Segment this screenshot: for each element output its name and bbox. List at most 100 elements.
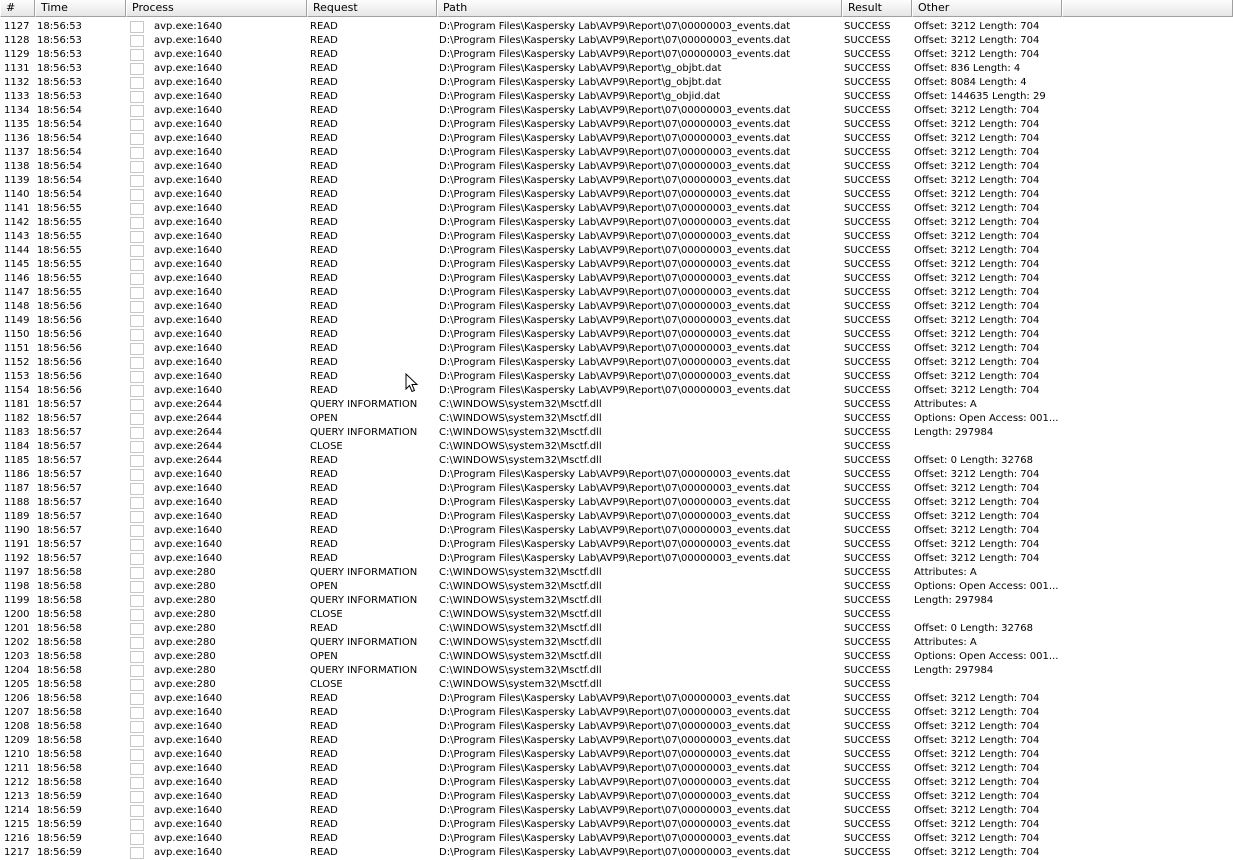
table-row[interactable]: 1217 18:56:59 avp.exe:1640 READ D:\Program F… (0, 846, 1233, 860)
table-row[interactable]: 1197 18:56:58 avp.exe:280 QUERY INFORMATION… (0, 566, 1233, 580)
table-row[interactable]: 1137 18:56:54 avp.exe:1640 READ D:\Program F… (0, 146, 1233, 160)
column-header-time[interactable]: Time (35, 0, 126, 17)
table-row[interactable]: 1135 18:56:54 avp.exe:1640 READ D:\Program F… (0, 118, 1233, 132)
cell-seq: 1197 (4, 567, 30, 578)
cell-request: QUERY INFORMATION (310, 399, 418, 410)
cell-time: 18:56:58 (37, 651, 82, 662)
table-row[interactable]: 1202 18:56:58 avp.exe:280 QUERY INFORMATION… (0, 636, 1233, 650)
table-row[interactable]: 1181 18:56:57 avp.exe:2644 QUERY INFORMATIO… (0, 398, 1233, 412)
table-row[interactable]: 1204 18:56:58 avp.exe:280 QUERY INFORMATION… (0, 664, 1233, 678)
table-row[interactable]: 1198 18:56:58 avp.exe:280 OPEN C:\WINDOWS\sy… (0, 580, 1233, 594)
cell-path: D:\Program Files\Kaspersky Lab\AVP9\Repo… (439, 511, 791, 522)
table-row[interactable]: 1151 18:56:56 avp.exe:1640 READ D:\Program F… (0, 342, 1233, 356)
table-row[interactable]: 1143 18:56:55 avp.exe:1640 READ D:\Program F… (0, 230, 1233, 244)
cell-request: READ (310, 105, 338, 116)
column-header-seq[interactable]: # (0, 0, 35, 17)
table-row[interactable]: 1146 18:56:55 avp.exe:1640 READ D:\Program F… (0, 272, 1233, 286)
table-row[interactable]: 1140 18:56:54 avp.exe:1640 READ D:\Program F… (0, 188, 1233, 202)
table-row[interactable]: 1201 18:56:58 avp.exe:280 READ C:\WINDOWS\sy… (0, 622, 1233, 636)
table-row[interactable]: 1138 18:56:54 avp.exe:1640 READ D:\Program F… (0, 160, 1233, 174)
table-row[interactable]: 1188 18:56:57 avp.exe:1640 READ D:\Program F… (0, 496, 1233, 510)
table-row[interactable]: 1183 18:56:57 avp.exe:2644 QUERY INFORMATIO… (0, 426, 1233, 440)
table-row[interactable]: 1131 18:56:53 avp.exe:1640 READ D:\Program F… (0, 62, 1233, 76)
table-row[interactable]: 1149 18:56:56 avp.exe:1640 READ D:\Program F… (0, 314, 1233, 328)
cell-process: avp.exe:1640 (154, 35, 223, 46)
table-row[interactable]: 1199 18:56:58 avp.exe:280 QUERY INFORMATION… (0, 594, 1233, 608)
process-icon (130, 665, 144, 677)
column-header-other[interactable]: Other (912, 0, 1062, 17)
table-row[interactable]: 1182 18:56:57 avp.exe:2644 OPEN C:\WINDOWS\s… (0, 412, 1233, 426)
cell-process: avp.exe:1640 (154, 539, 223, 550)
cell-result: SUCCESS (844, 77, 891, 88)
table-row[interactable]: 1187 18:56:57 avp.exe:1640 READ D:\Program F… (0, 482, 1233, 496)
cell-result: SUCCESS (844, 245, 891, 256)
table-row[interactable]: 1190 18:56:57 avp.exe:1640 READ D:\Program F… (0, 524, 1233, 538)
cell-path: C:\WINDOWS\system32\Msctf.dll (439, 441, 602, 452)
table-row[interactable]: 1207 18:56:58 avp.exe:1640 READ D:\Program F… (0, 706, 1233, 720)
cell-other: Offset: 3212 Length: 704 (914, 763, 1040, 774)
cell-other: Offset: 3212 Length: 704 (914, 329, 1040, 340)
process-icon (130, 749, 144, 761)
cell-other: Attributes: A (914, 399, 977, 410)
column-header-result[interactable]: Result (842, 0, 912, 17)
cell-time: 18:56:58 (37, 721, 82, 732)
cell-seq: 1137 (4, 147, 30, 158)
table-row[interactable]: 1206 18:56:58 avp.exe:1640 READ D:\Program F… (0, 692, 1233, 706)
table-row[interactable]: 1208 18:56:58 avp.exe:1640 READ D:\Program F… (0, 720, 1233, 734)
table-row[interactable]: 1127 18:56:53 avp.exe:1640 READ D:\Program F… (0, 20, 1233, 34)
cell-process: avp.exe:2644 (154, 455, 223, 466)
table-row[interactable]: 1210 18:56:58 avp.exe:1640 READ D:\Program F… (0, 748, 1233, 762)
column-header-request[interactable]: Request (307, 0, 437, 17)
table-row[interactable]: 1209 18:56:58 avp.exe:1640 READ D:\Program F… (0, 734, 1233, 748)
table-row[interactable]: 1147 18:56:55 avp.exe:1640 READ D:\Program F… (0, 286, 1233, 300)
table-row[interactable]: 1185 18:56:57 avp.exe:2644 READ C:\WINDOWS\s… (0, 454, 1233, 468)
cell-time: 18:56:55 (37, 273, 82, 284)
cell-result: SUCCESS (844, 259, 891, 270)
cell-request: QUERY INFORMATION (310, 665, 418, 676)
table-row[interactable]: 1142 18:56:55 avp.exe:1640 READ D:\Program F… (0, 216, 1233, 230)
cell-path: D:\Program Files\Kaspersky Lab\AVP9\Repo… (439, 287, 791, 298)
table-row[interactable]: 1184 18:56:57 avp.exe:2644 CLOSE C:\WINDOWS\… (0, 440, 1233, 454)
table-row[interactable]: 1205 18:56:58 avp.exe:280 CLOSE C:\WINDOWS\s… (0, 678, 1233, 692)
table-row[interactable]: 1150 18:56:56 avp.exe:1640 READ D:\Program F… (0, 328, 1233, 342)
table-row[interactable]: 1133 18:56:53 avp.exe:1640 READ D:\Program F… (0, 90, 1233, 104)
column-header-path[interactable]: Path (437, 0, 842, 17)
cell-time: 18:56:59 (37, 791, 82, 802)
cell-process: avp.exe:1640 (154, 371, 223, 382)
cell-seq: 1138 (4, 161, 30, 172)
cell-other: Options: Open Access: 001... (914, 581, 1059, 592)
table-row[interactable]: 1153 18:56:56 avp.exe:1640 READ D:\Program F… (0, 370, 1233, 384)
table-row[interactable]: 1134 18:56:54 avp.exe:1640 READ D:\Program F… (0, 104, 1233, 118)
cell-seq: 1214 (4, 805, 30, 816)
table-row[interactable]: 1186 18:56:57 avp.exe:1640 READ D:\Program F… (0, 468, 1233, 482)
table-row[interactable]: 1214 18:56:59 avp.exe:1640 READ D:\Program F… (0, 804, 1233, 818)
table-row[interactable]: 1139 18:56:54 avp.exe:1640 READ D:\Program F… (0, 174, 1233, 188)
table-row[interactable]: 1191 18:56:57 avp.exe:1640 READ D:\Program F… (0, 538, 1233, 552)
table-row[interactable]: 1136 18:56:54 avp.exe:1640 READ D:\Program F… (0, 132, 1233, 146)
table-row[interactable]: 1213 18:56:59 avp.exe:1640 READ D:\Program F… (0, 790, 1233, 804)
cell-time: 18:56:59 (37, 819, 82, 830)
column-header-process[interactable]: Process (126, 0, 307, 17)
cell-seq: 1182 (4, 413, 30, 424)
cell-request: OPEN (310, 413, 338, 424)
table-row[interactable]: 1145 18:56:55 avp.exe:1640 READ D:\Program F… (0, 258, 1233, 272)
table-row[interactable]: 1212 18:56:58 avp.exe:1640 READ D:\Program F… (0, 776, 1233, 790)
table-row[interactable]: 1200 18:56:58 avp.exe:280 CLOSE C:\WINDOWS\s… (0, 608, 1233, 622)
table-row[interactable]: 1141 18:56:55 avp.exe:1640 READ D:\Program F… (0, 202, 1233, 216)
table-row[interactable]: 1211 18:56:58 avp.exe:1640 READ D:\Program F… (0, 762, 1233, 776)
table-row[interactable]: 1148 18:56:56 avp.exe:1640 READ D:\Program F… (0, 300, 1233, 314)
table-row[interactable]: 1152 18:56:56 avp.exe:1640 READ D:\Program F… (0, 356, 1233, 370)
table-row[interactable]: 1144 18:56:55 avp.exe:1640 READ D:\Program F… (0, 244, 1233, 258)
table-row[interactable]: 1154 18:56:56 avp.exe:1640 READ D:\Program F… (0, 384, 1233, 398)
table-row[interactable]: 1216 18:56:59 avp.exe:1640 READ D:\Program F… (0, 832, 1233, 846)
table-row[interactable]: 1203 18:56:58 avp.exe:280 OPEN C:\WINDOWS\sy… (0, 650, 1233, 664)
table-row[interactable]: 1129 18:56:53 avp.exe:1640 READ D:\Program F… (0, 48, 1233, 62)
process-icon (130, 847, 144, 859)
table-row[interactable]: 1128 18:56:53 avp.exe:1640 READ D:\Program F… (0, 34, 1233, 48)
table-row[interactable]: 1215 18:56:59 avp.exe:1640 READ D:\Program F… (0, 818, 1233, 832)
cell-request: READ (310, 133, 338, 144)
cell-path: D:\Program Files\Kaspersky Lab\AVP9\Repo… (439, 175, 791, 186)
table-row[interactable]: 1192 18:56:57 avp.exe:1640 READ D:\Program F… (0, 552, 1233, 566)
table-row[interactable]: 1132 18:56:53 avp.exe:1640 READ D:\Program F… (0, 76, 1233, 90)
table-row[interactable]: 1189 18:56:57 avp.exe:1640 READ D:\Program F… (0, 510, 1233, 524)
